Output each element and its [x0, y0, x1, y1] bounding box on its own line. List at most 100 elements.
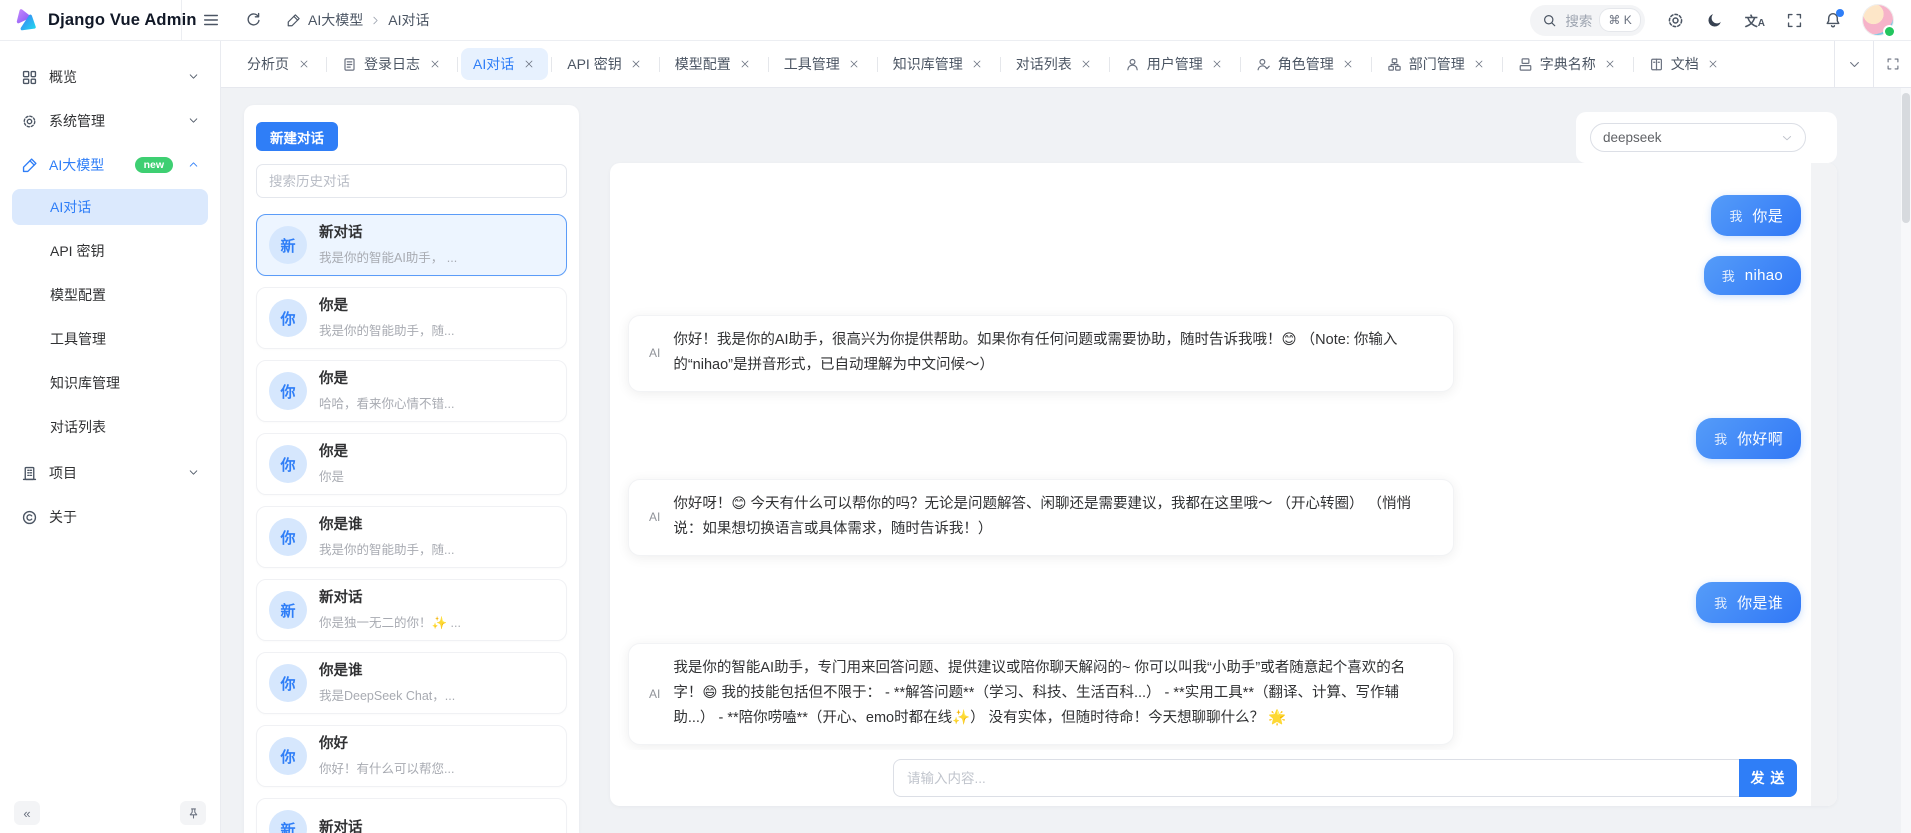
- tab-文档[interactable]: 文档: [1637, 48, 1733, 80]
- tab-字典名称[interactable]: 字典名称: [1506, 48, 1630, 80]
- tab-close-icon[interactable]: [1472, 59, 1487, 69]
- breadcrumb-section[interactable]: AI大模型: [308, 10, 363, 30]
- user-label: 我: [1714, 429, 1727, 448]
- collapse-sidebar-icon[interactable]: «: [14, 801, 40, 825]
- tab-部门管理[interactable]: 部门管理: [1375, 48, 1499, 80]
- tab-close-icon[interactable]: [427, 59, 442, 69]
- sidebar-subitem-ai-chat[interactable]: AI对话: [12, 189, 208, 225]
- user-message: 我你是: [628, 195, 1801, 236]
- tab-close-icon[interactable]: [1210, 59, 1225, 69]
- message-text: 你是谁: [1737, 592, 1783, 613]
- conversation-preview: 你好！有什么可以帮您...: [319, 758, 454, 777]
- tab-知识库管理[interactable]: 知识库管理: [881, 48, 997, 80]
- tab-close-icon[interactable]: [1341, 59, 1356, 69]
- notification-dot: [1836, 9, 1844, 17]
- tab-close-icon[interactable]: [970, 59, 985, 69]
- chat-list-item[interactable]: 你你是哈哈，看来你心情不错...: [256, 360, 567, 422]
- chat-list-item[interactable]: 你你好你好！有什么可以帮您...: [256, 725, 567, 787]
- tab-close-icon[interactable]: [296, 59, 311, 69]
- ai-message: AI我是你的智能AI助手，专门用来回答问题、提供建议或陪你聊天解闷的~ 你可以叫…: [628, 643, 1801, 745]
- chat-list-item[interactable]: 新新对话: [256, 798, 567, 833]
- user-avatar[interactable]: [1863, 5, 1893, 35]
- tab-label: 字典名称: [1540, 54, 1596, 74]
- sidebar-item-overview[interactable]: 概览: [8, 57, 212, 97]
- sidebar-subitem-conversations[interactable]: 对话列表: [12, 409, 208, 445]
- tab-角色管理[interactable]: 角色管理: [1244, 48, 1368, 80]
- tab-close-icon[interactable]: [738, 59, 753, 69]
- ai-label: AI: [649, 346, 660, 360]
- chat-list-item[interactable]: 你你是你是: [256, 433, 567, 495]
- refresh-icon[interactable]: [240, 7, 266, 33]
- sidebar-item-label: 项目: [49, 463, 173, 483]
- tab-AI对话[interactable]: AI对话: [461, 48, 548, 80]
- sidebar-subitem-model-config[interactable]: 模型配置: [12, 277, 208, 313]
- sidebar-item-about[interactable]: 关于: [8, 497, 212, 537]
- user-label: 我: [1729, 206, 1742, 225]
- tab-分析页[interactable]: 分析页: [235, 48, 323, 80]
- language-translate-icon[interactable]: 文A: [1745, 11, 1765, 30]
- sidebar-item-ai-models[interactable]: AI大模型new: [8, 145, 212, 185]
- conversation-title: 你是谁: [319, 516, 454, 536]
- chat-message-input[interactable]: [893, 759, 1797, 797]
- chat-list-item[interactable]: 你你是谁我是你的智能助手，随...: [256, 506, 567, 568]
- tab-用户管理[interactable]: 用户管理: [1113, 48, 1237, 80]
- user-check-icon: [1256, 57, 1271, 72]
- chat-list-item[interactable]: 新新对话你是独一无二的你！✨ ...: [256, 579, 567, 641]
- sidebar-item-label: AI大模型: [49, 155, 124, 175]
- notifications-bell-icon[interactable]: [1824, 11, 1842, 29]
- tab-close-icon[interactable]: [521, 59, 536, 69]
- tab-close-icon[interactable]: [1079, 59, 1094, 69]
- tab-close-icon[interactable]: [847, 59, 862, 69]
- dark-mode-moon-icon[interactable]: [1706, 11, 1724, 29]
- pin-sidebar-icon[interactable]: [180, 801, 206, 825]
- chat-list-item[interactable]: 新新对话我是你的智能AI助手， ...: [256, 214, 567, 276]
- dict-icon: [1518, 57, 1533, 72]
- sidebar-item-projects[interactable]: 项目: [8, 453, 212, 493]
- sidebar-item-system[interactable]: 系统管理: [8, 101, 212, 141]
- tab-close-icon[interactable]: [1603, 59, 1618, 69]
- sidebar-subitem-label: API 密钥: [50, 241, 104, 261]
- tab-对话列表[interactable]: 对话列表: [1004, 48, 1106, 80]
- conversation-title: 你是谁: [319, 662, 455, 682]
- search-label: 搜索: [1565, 10, 1592, 30]
- model-select[interactable]: deepseek: [1590, 123, 1806, 152]
- close-icon: [296, 59, 311, 69]
- new-chat-button[interactable]: 新建对话: [256, 122, 338, 151]
- tab-登录日志[interactable]: 登录日志: [330, 48, 454, 80]
- tab-label: 模型配置: [675, 54, 731, 74]
- sidebar-subitem-tools[interactable]: 工具管理: [12, 321, 208, 357]
- sidebar-subitem-knowledge[interactable]: 知识库管理: [12, 365, 208, 401]
- menu-toggle-icon[interactable]: [198, 7, 224, 33]
- conversation-title: 你是: [319, 443, 348, 463]
- chevron-down-icon: [1781, 132, 1793, 144]
- sidebar-subitem-api-keys[interactable]: API 密钥: [12, 233, 208, 269]
- page-scrollbar-thumb[interactable]: [1902, 93, 1910, 223]
- settings-gear-icon[interactable]: [1666, 11, 1685, 30]
- tab-API 密钥[interactable]: API 密钥: [555, 48, 655, 80]
- page-scrollbar[interactable]: [1901, 41, 1911, 833]
- history-search-input[interactable]: [256, 164, 567, 198]
- tab-strip: 分析页登录日志AI对话API 密钥模型配置 工具管理知识库管理对话列表用户管理角色…: [235, 48, 1834, 80]
- conversation-title: 你是: [319, 370, 454, 390]
- tab-工具管理[interactable]: 工具管理: [772, 48, 874, 80]
- ai-label: AI: [649, 510, 660, 524]
- chat-list-item[interactable]: 你你是谁我是DeepSeek Chat，...: [256, 652, 567, 714]
- tab-close-icon[interactable]: [629, 59, 644, 69]
- tab-divider: [659, 57, 660, 72]
- content-fullscreen-icon[interactable]: [1873, 41, 1911, 87]
- global-search[interactable]: 搜索 ⌘ K: [1530, 5, 1644, 36]
- chat-list-item[interactable]: 你你是我是你的智能助手，随...: [256, 287, 567, 349]
- send-button[interactable]: 发 送: [1739, 759, 1797, 797]
- user-label: 我: [1714, 593, 1727, 612]
- chat-scrollbar[interactable]: [1811, 163, 1837, 806]
- message-list[interactable]: 我你是我nihaoAI你好！我是你的AI助手，很高兴为你提供帮助。如果你有任何问…: [610, 163, 1811, 750]
- close-icon: [1079, 59, 1094, 69]
- user-message: 我你好啊: [628, 418, 1801, 459]
- tab-list-chevron-down-icon[interactable]: [1835, 41, 1873, 87]
- tab-模型配置[interactable]: 模型配置: [663, 48, 765, 80]
- tab-close-icon[interactable]: [1706, 59, 1721, 69]
- conversation-preview: 我是你的智能助手，随...: [319, 539, 454, 558]
- close-icon: [1210, 59, 1225, 69]
- fullscreen-icon[interactable]: [1786, 12, 1803, 29]
- conversation-avatar: 你: [269, 518, 307, 556]
